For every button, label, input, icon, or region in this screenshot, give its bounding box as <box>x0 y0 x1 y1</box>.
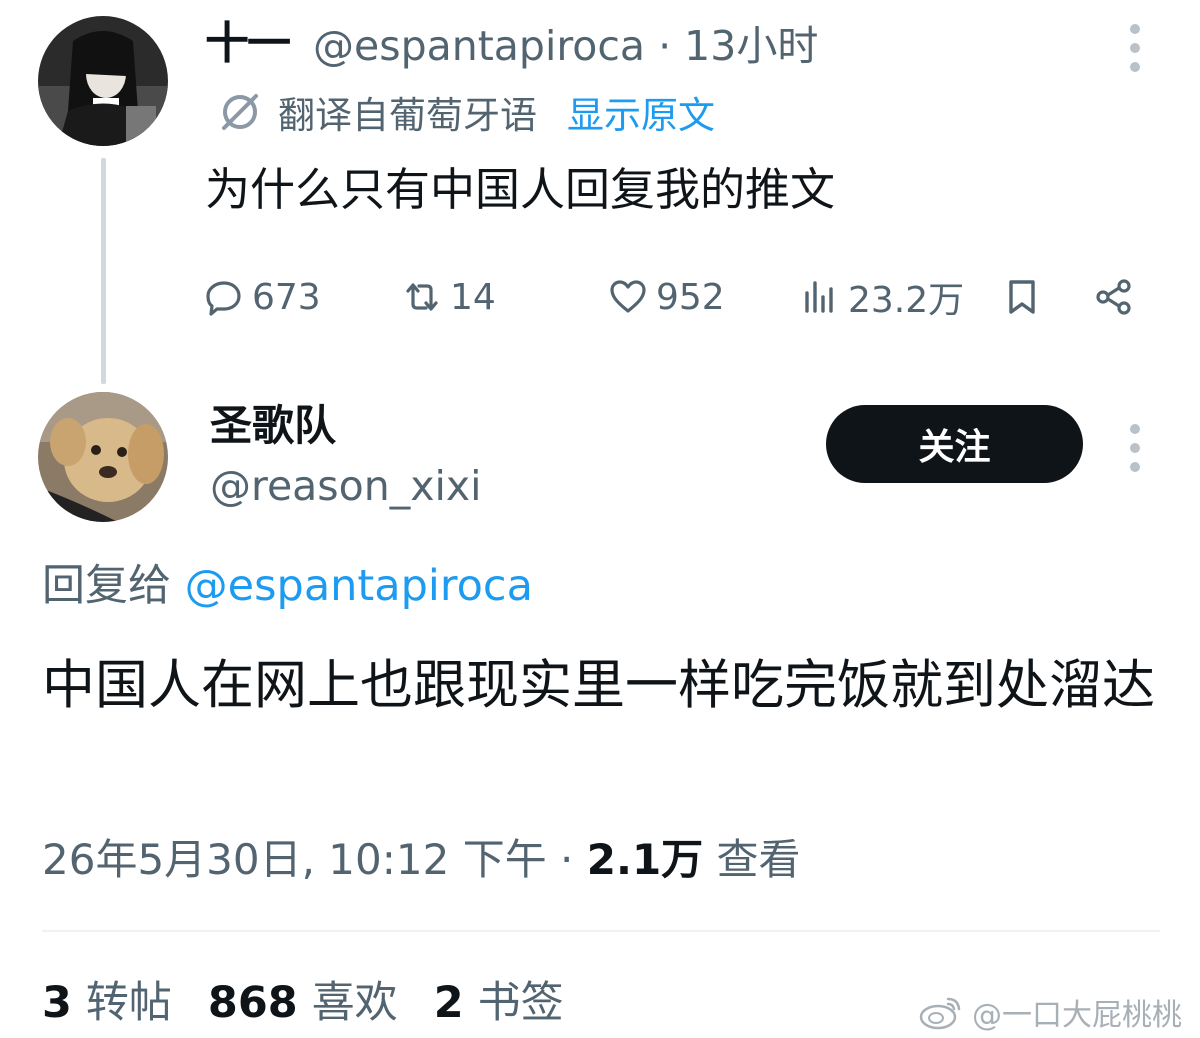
replier-display-name[interactable]: 圣歌队 <box>210 398 336 454</box>
tweet-views-label: 查看 <box>716 835 801 884</box>
show-original-link[interactable]: 显示原文 <box>567 85 715 139</box>
weibo-watermark: @一口大屁桃桃 <box>918 990 1182 1034</box>
more-options-icon[interactable] <box>1128 24 1142 72</box>
original-tweet-text: 为什么只有中国人回复我的推文 <box>205 163 836 216</box>
likes-stat[interactable]: 868 喜欢 <box>208 975 398 1031</box>
author-handle[interactable]: @espantapiroca <box>313 22 645 70</box>
reply-count: 673 <box>252 276 321 318</box>
tweet-time[interactable]: · 13小时 <box>658 22 818 70</box>
reply-more-options-icon[interactable] <box>1128 424 1142 472</box>
tweet-timestamp[interactable]: 26年5月30日, 10:12 下午 · <box>42 835 573 884</box>
thread-connector-line <box>101 158 106 384</box>
retweet-button[interactable]: 14 <box>402 270 496 324</box>
bookmarks-stat-label: 书签 <box>477 978 564 1028</box>
retweet-count: 14 <box>450 276 496 318</box>
retweets-stat-label: 转帖 <box>85 978 172 1028</box>
translation-row: 翻译自葡萄牙语 显示原文 <box>218 86 715 138</box>
retweets-stat[interactable]: 3 转帖 <box>42 975 172 1031</box>
retweet-icon <box>406 283 438 311</box>
bookmark-icon <box>1009 280 1035 314</box>
like-count: 952 <box>656 276 725 318</box>
likes-stat-label: 喜欢 <box>311 978 398 1028</box>
author-display-name[interactable]: 十一 <box>205 16 291 72</box>
share-button[interactable] <box>1094 270 1142 324</box>
heart-icon <box>610 280 646 313</box>
bookmarks-stat[interactable]: 2 书签 <box>434 975 564 1031</box>
bookmark-button[interactable] <box>1002 270 1050 324</box>
reply-button[interactable]: 673 <box>204 270 321 324</box>
bookmarks-stat-count: 2 <box>433 978 464 1028</box>
engagement-stats: 3 转帖 868 喜欢 2 书签 <box>42 975 564 1031</box>
reply-icon <box>206 281 241 316</box>
anime-avatar-image <box>38 16 168 146</box>
analytics-icon <box>805 281 833 313</box>
tweet-metadata: 26年5月30日, 10:12 下午 · 2.1万 查看 <box>42 830 801 890</box>
like-button[interactable]: 952 <box>608 270 725 324</box>
divider <box>42 930 1160 932</box>
translation-note: 翻译自葡萄牙语 <box>278 94 537 137</box>
replying-to-line: 回复给 @espantapiroca <box>42 558 533 614</box>
retweets-stat-count: 3 <box>42 978 72 1028</box>
views-button[interactable]: 23.2万 <box>800 270 964 324</box>
weibo-logo-icon <box>919 997 961 1030</box>
author-avatar[interactable] <box>38 16 168 146</box>
share-icon <box>1096 279 1131 315</box>
dog-avatar-image <box>38 392 168 522</box>
follow-button[interactable]: 关注 <box>826 405 1083 483</box>
replying-to-prefix: 回复给 <box>42 561 171 611</box>
replier-avatar[interactable] <box>38 392 168 522</box>
reply-tweet-text: 中国人在网上也跟现实里一样吃完饭就到处溜达 <box>42 655 1155 716</box>
translate-icon <box>222 94 258 130</box>
replier-handle[interactable]: @reason_xixi <box>210 458 482 514</box>
views-count: 23.2万 <box>848 280 965 321</box>
watermark-text: @一口大屁桃桃 <box>972 998 1182 1033</box>
likes-stat-count: 868 <box>207 978 298 1028</box>
tweet-views-count: 2.1万 <box>586 835 704 884</box>
author-handle-and-time[interactable]: @espantapiroca · 13小时 <box>313 18 818 74</box>
replying-to-mention-link[interactable]: @espantapiroca <box>185 561 533 611</box>
